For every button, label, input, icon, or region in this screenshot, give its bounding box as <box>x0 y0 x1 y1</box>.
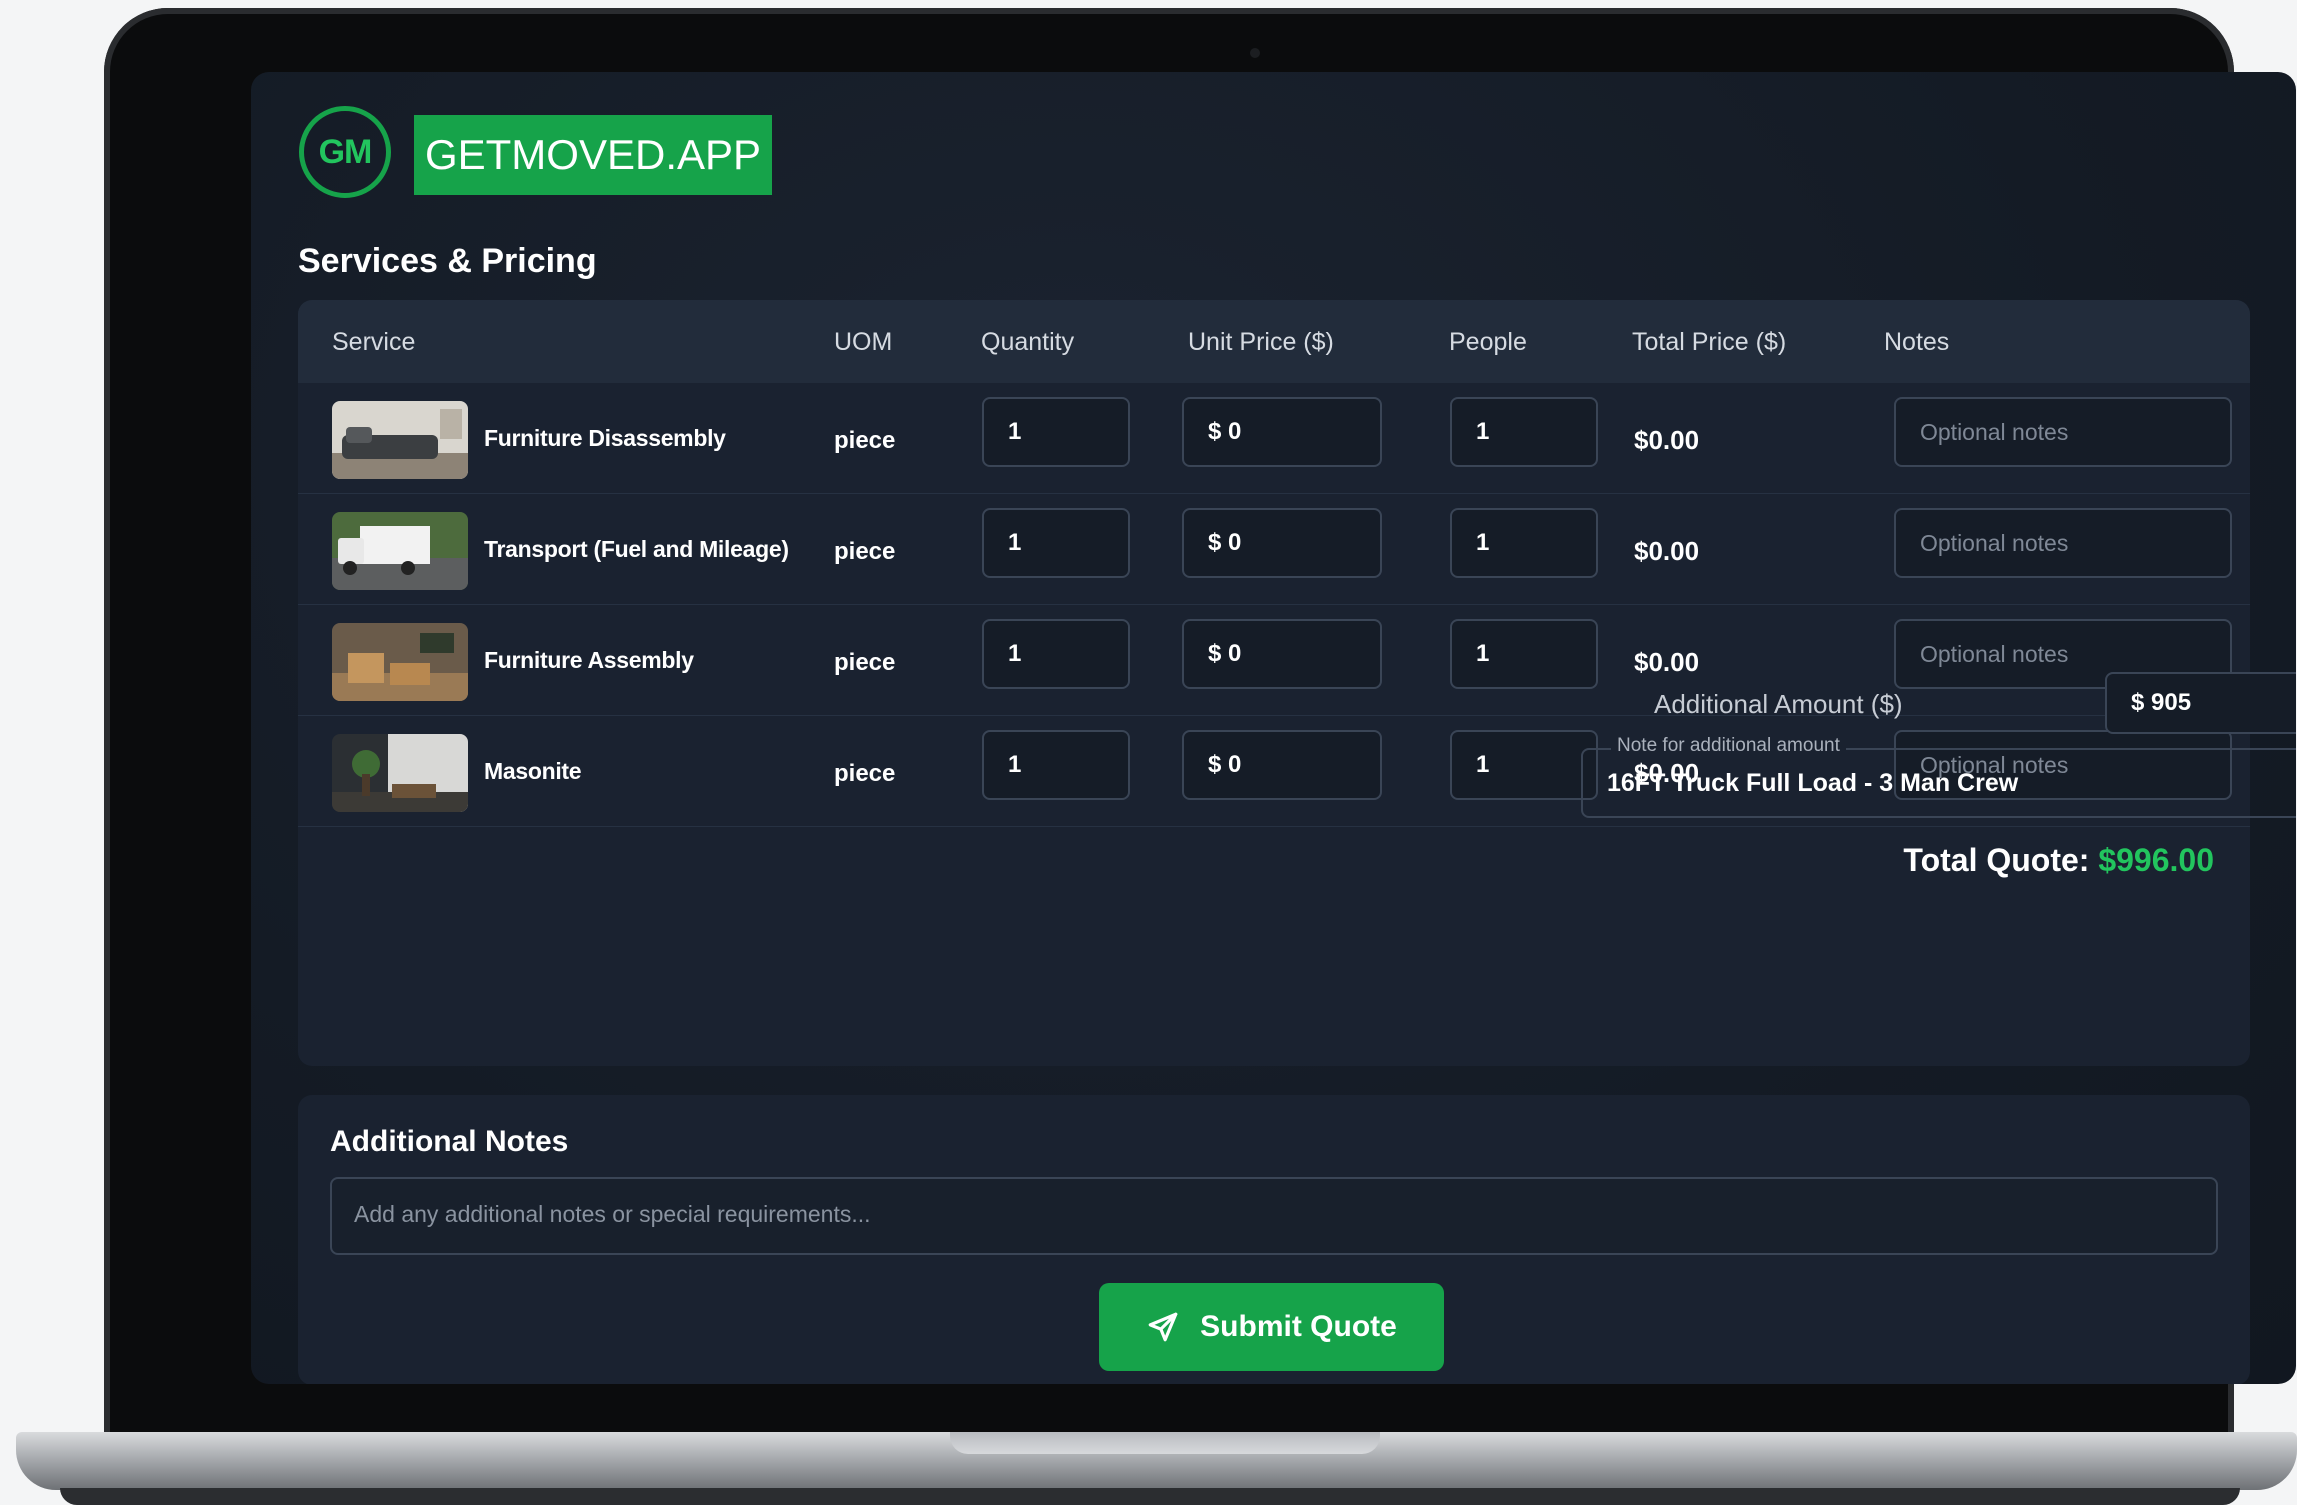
services-pricing-card: Service UOM Quantity Unit Price ($) Peop… <box>298 300 2250 1066</box>
logo-icon: GM <box>299 106 391 198</box>
page-title: Services & Pricing <box>298 242 597 280</box>
additional-notes-title: Additional Notes <box>330 1125 569 1158</box>
quantity-input[interactable]: 1 <box>982 730 1130 800</box>
laptop-lid: GM GETMOVED.APP Services & Pricing Servi… <box>104 8 2296 1453</box>
header-people: People <box>1449 328 1527 356</box>
total-price: $0.00 <box>1634 536 1700 566</box>
uom-value: piece <box>834 649 896 676</box>
people-input[interactable]: 1 <box>1450 730 1598 800</box>
unit-price-input[interactable]: $ 0 <box>1182 730 1382 800</box>
transport-image <box>332 512 468 590</box>
uom-value: piece <box>834 760 896 787</box>
quantity-input[interactable]: 1 <box>982 619 1130 689</box>
app-screen: GM GETMOVED.APP Services & Pricing Servi… <box>251 72 2296 1384</box>
table-row: Furniture Assembly piece 1 $ 0 1 $0.00 O… <box>298 605 2250 716</box>
masonite-image <box>332 734 468 812</box>
header-total-price: Total Price ($) <box>1632 328 1787 356</box>
notes-input[interactable]: Optional notes <box>1894 397 2232 467</box>
additional-amount-input[interactable]: $ 905 <box>2105 672 2296 734</box>
total-price: $0.00 <box>1634 425 1700 455</box>
service-name: Furniture Disassembly <box>484 425 726 451</box>
uom-value: piece <box>834 538 896 565</box>
brand-name[interactable]: GETMOVED.APP <box>414 115 772 195</box>
total-price: $0.00 <box>1634 647 1700 677</box>
total-quote-label: Total Quote: <box>1903 842 2090 878</box>
people-input[interactable]: 1 <box>1450 619 1598 689</box>
additional-notes-textarea[interactable]: Add any additional notes or special requ… <box>330 1177 2218 1255</box>
submit-quote-button[interactable]: Submit Quote <box>1099 1283 1444 1371</box>
header-service: Service <box>332 328 416 356</box>
notes-input[interactable]: Optional notes <box>1894 508 2232 578</box>
service-name: Masonite <box>484 758 582 784</box>
people-input[interactable]: 1 <box>1450 397 1598 467</box>
camera <box>1250 48 1260 58</box>
table-row: Furniture Disassembly piece 1 $ 0 1 $0.0… <box>298 383 2250 494</box>
total-quote-value: $996.00 <box>2098 842 2214 878</box>
furniture-disassembly-image <box>332 401 468 479</box>
additional-notes-card: Additional Notes Add any additional note… <box>298 1095 2250 1384</box>
table-row: Transport (Fuel and Mileage) piece 1 $ 0… <box>298 494 2250 605</box>
quantity-input[interactable]: 1 <box>982 397 1130 467</box>
service-name: Transport (Fuel and Mileage) <box>484 536 789 562</box>
unit-price-input[interactable]: $ 0 <box>1182 508 1382 578</box>
quantity-input[interactable]: 1 <box>982 508 1130 578</box>
unit-price-input[interactable]: $ 0 <box>1182 397 1382 467</box>
laptop-notch <box>950 1432 1380 1454</box>
furniture-assembly-image <box>332 623 468 701</box>
header-notes: Notes <box>1884 328 1950 356</box>
additional-note-label: Note for additional amount <box>1611 735 1846 757</box>
unit-price-input[interactable]: $ 0 <box>1182 619 1382 689</box>
uom-value: piece <box>834 427 896 454</box>
service-name: Furniture Assembly <box>484 647 694 673</box>
total-quote: Total Quote: $996.00 <box>1903 842 2214 879</box>
people-input[interactable]: 1 <box>1450 508 1598 578</box>
laptop-foot <box>60 1488 2240 1505</box>
header-uom: UOM <box>834 328 893 356</box>
table-header: Service UOM Quantity Unit Price ($) Peop… <box>298 300 2250 383</box>
additional-note-input[interactable]: 16FT Truck Full Load - 3 Man Crew <box>1581 748 2296 818</box>
send-icon <box>1148 1312 1178 1342</box>
additional-amount-label: Additional Amount ($) <box>1654 689 1903 719</box>
header-quantity: Quantity <box>981 328 1075 356</box>
submit-quote-label: Submit Quote <box>1200 1310 1397 1343</box>
header-unit-price: Unit Price ($) <box>1188 328 1334 356</box>
